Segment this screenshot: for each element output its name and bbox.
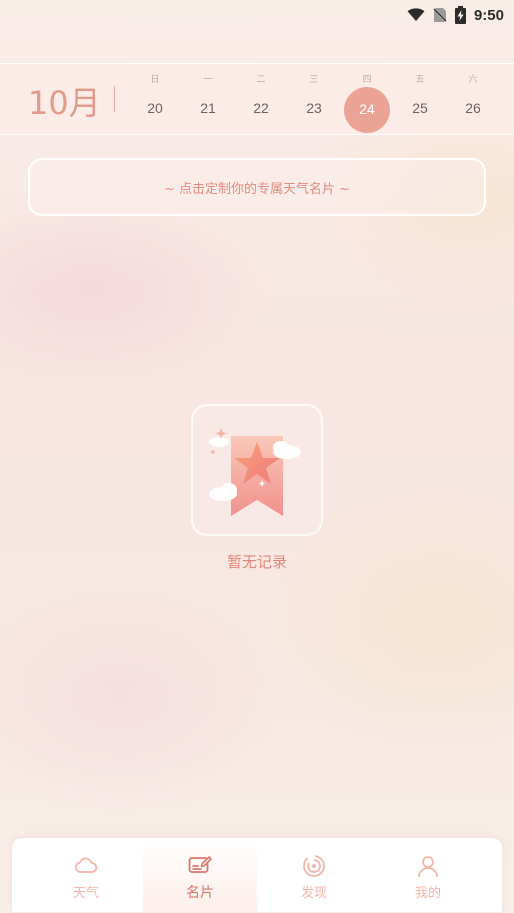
weekday-label: 三 [309, 75, 319, 85]
date-number: 23 [306, 100, 322, 116]
date-number: 22 [253, 100, 269, 116]
no-sim-icon [432, 7, 447, 23]
date-number: 26 [465, 100, 481, 116]
person-icon [418, 856, 438, 877]
calendar-day-selected[interactable]: 四 24 [344, 64, 390, 136]
calendar-day[interactable]: 六 26 [450, 64, 496, 136]
date-number: 21 [200, 100, 216, 116]
calendar-day[interactable]: 三 23 [291, 64, 337, 136]
empty-state-illustration [191, 404, 323, 536]
date-number: 24 [359, 101, 375, 117]
week-calendar-strip: 10月 日 20 一 21 二 22 三 23 四 24 五 25 六 26 [0, 63, 514, 135]
calendar-day[interactable]: 二 22 [238, 64, 284, 136]
tab-mine[interactable]: 我的 [371, 838, 485, 912]
empty-bookmark-star-icon [209, 428, 301, 516]
date-number: 25 [412, 100, 428, 116]
discover-icon [303, 855, 325, 877]
customize-weather-card-button[interactable]: ~ 点击定制你的专属天气名片 ~ [28, 158, 486, 216]
weekday-label: 六 [468, 75, 478, 85]
month-divider [114, 86, 115, 112]
customize-card-text: ~ 点击定制你的专属天气名片 ~ [163, 181, 351, 197]
status-bar: 9:50 [0, 0, 514, 30]
wifi-icon [407, 8, 425, 22]
tab-label: 天气 [72, 886, 99, 901]
empty-state-text: 暂无记录 [226, 553, 287, 571]
weekday-label: 五 [415, 75, 425, 85]
weekday-label: 四 [362, 75, 372, 85]
calendar-day[interactable]: 五 25 [397, 64, 443, 136]
month-label: 10月 [28, 84, 101, 122]
tab-card[interactable]: 名片 [143, 838, 257, 912]
tab-label: 名片 [186, 885, 214, 901]
battery-charging-icon [454, 6, 466, 24]
weekday-label: 日 [150, 75, 160, 85]
status-time: 9:50 [473, 6, 504, 24]
date-number: 20 [147, 100, 163, 116]
card-edit-icon [188, 856, 212, 873]
calendar-day[interactable]: 日 20 [132, 64, 178, 136]
tab-label: 我的 [414, 886, 441, 901]
cloud-icon [75, 857, 98, 873]
calendar-day[interactable]: 一 21 [185, 64, 231, 136]
weekday-label: 二 [256, 75, 266, 85]
tab-weather[interactable]: 天气 [29, 838, 143, 912]
tab-discover[interactable]: 发现 [257, 838, 371, 912]
bottom-tab-bar: 天气 名片 发现 我的 [12, 838, 502, 912]
tab-label: 发现 [300, 886, 327, 901]
weekday-label: 一 [203, 75, 213, 85]
